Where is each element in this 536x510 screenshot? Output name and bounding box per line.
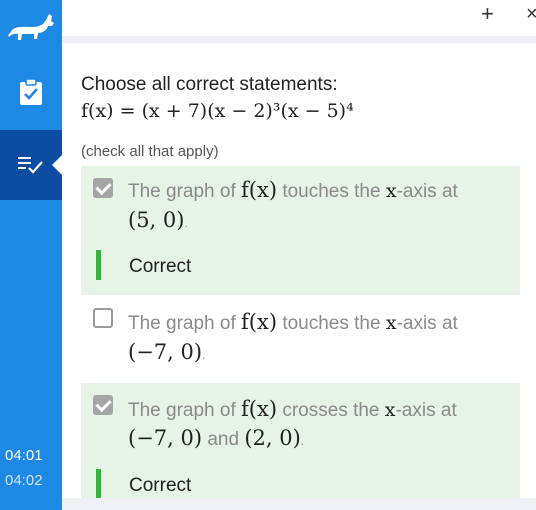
choice-text: The graph of f(x) touches the x-axis at (128, 310, 458, 335)
plus-button[interactable]: + (481, 3, 494, 25)
sidebar: 04:01 04:02 (0, 0, 63, 510)
checkbox-unchecked[interactable] (93, 308, 113, 328)
timestamp: 04:01 (5, 447, 43, 464)
choice-math: x (385, 312, 397, 334)
choice-text-part: touches the (277, 313, 386, 334)
choice-math: f(x) (241, 178, 278, 202)
choice-text: (−7, 0). (128, 340, 205, 365)
question-function: f(x) = (x + 7)(x − 2)³(x − 5)⁴ (81, 100, 354, 122)
question-hint: (check all that apply) (81, 143, 219, 160)
choice-text-part: . (184, 216, 188, 230)
feedback-text: Correct (129, 256, 192, 277)
checkbox-checked[interactable] (93, 178, 113, 198)
close-button[interactable]: × (526, 3, 536, 25)
feedback-bar (96, 250, 101, 280)
question-prompt: Choose all correct statements: (81, 74, 338, 95)
list-check-icon (18, 157, 43, 174)
choice-math: (5, 0) (128, 208, 185, 232)
choice-text-part: and (202, 429, 245, 450)
sidebar-item-tasks[interactable] (0, 72, 62, 112)
choice-text-part: -axis at (395, 400, 457, 421)
scrollbar-track[interactable] (62, 498, 536, 510)
choice-math: f(x) (241, 310, 278, 334)
choice-math: x (385, 180, 397, 202)
choice-math: f(x) (241, 397, 278, 421)
choice-text: The graph of f(x) touches the x-axis at (128, 178, 458, 203)
choice-text-part: -axis at (396, 313, 458, 334)
choice-math: x (384, 399, 396, 421)
choice-text: The graph of f(x) crosses the x-axis at (128, 397, 457, 422)
choice-text-part: crosses the (277, 400, 385, 421)
sidebar-item-questions[interactable] (0, 130, 63, 200)
choice-option[interactable]: The graph of f(x) crosses the x-axis at … (81, 383, 520, 510)
choice-text-part: The graph of (128, 181, 242, 202)
feedback-text: Correct (129, 475, 192, 496)
choice-text: (−7, 0) and (2, 0). (128, 426, 304, 451)
top-bar (62, 0, 536, 36)
choice-math: (2, 0) (244, 426, 301, 450)
clipboard-check-icon (20, 78, 42, 105)
choice-option[interactable]: The graph of f(x) touches the x-axis at … (81, 300, 520, 378)
choice-text: (5, 0). (128, 208, 188, 233)
timestamp: 04:02 (5, 472, 43, 489)
choice-math: (−7, 0) (128, 426, 203, 450)
choice-option[interactable]: The graph of f(x) touches the x-axis at … (81, 166, 520, 295)
feedback-bar (96, 469, 101, 499)
choice-text-part: touches the (277, 181, 386, 202)
choice-text-part: The graph of (128, 400, 242, 421)
choice-text-part: -axis at (396, 181, 458, 202)
choice-text-part: . (300, 434, 305, 448)
choice-text-part: . (202, 348, 206, 362)
divider (62, 36, 536, 43)
dog-logo-icon[interactable] (6, 6, 56, 46)
checkbox-checked[interactable] (93, 395, 113, 415)
choice-math: (−7, 0) (128, 340, 203, 364)
choice-text-part: The graph of (128, 313, 242, 334)
